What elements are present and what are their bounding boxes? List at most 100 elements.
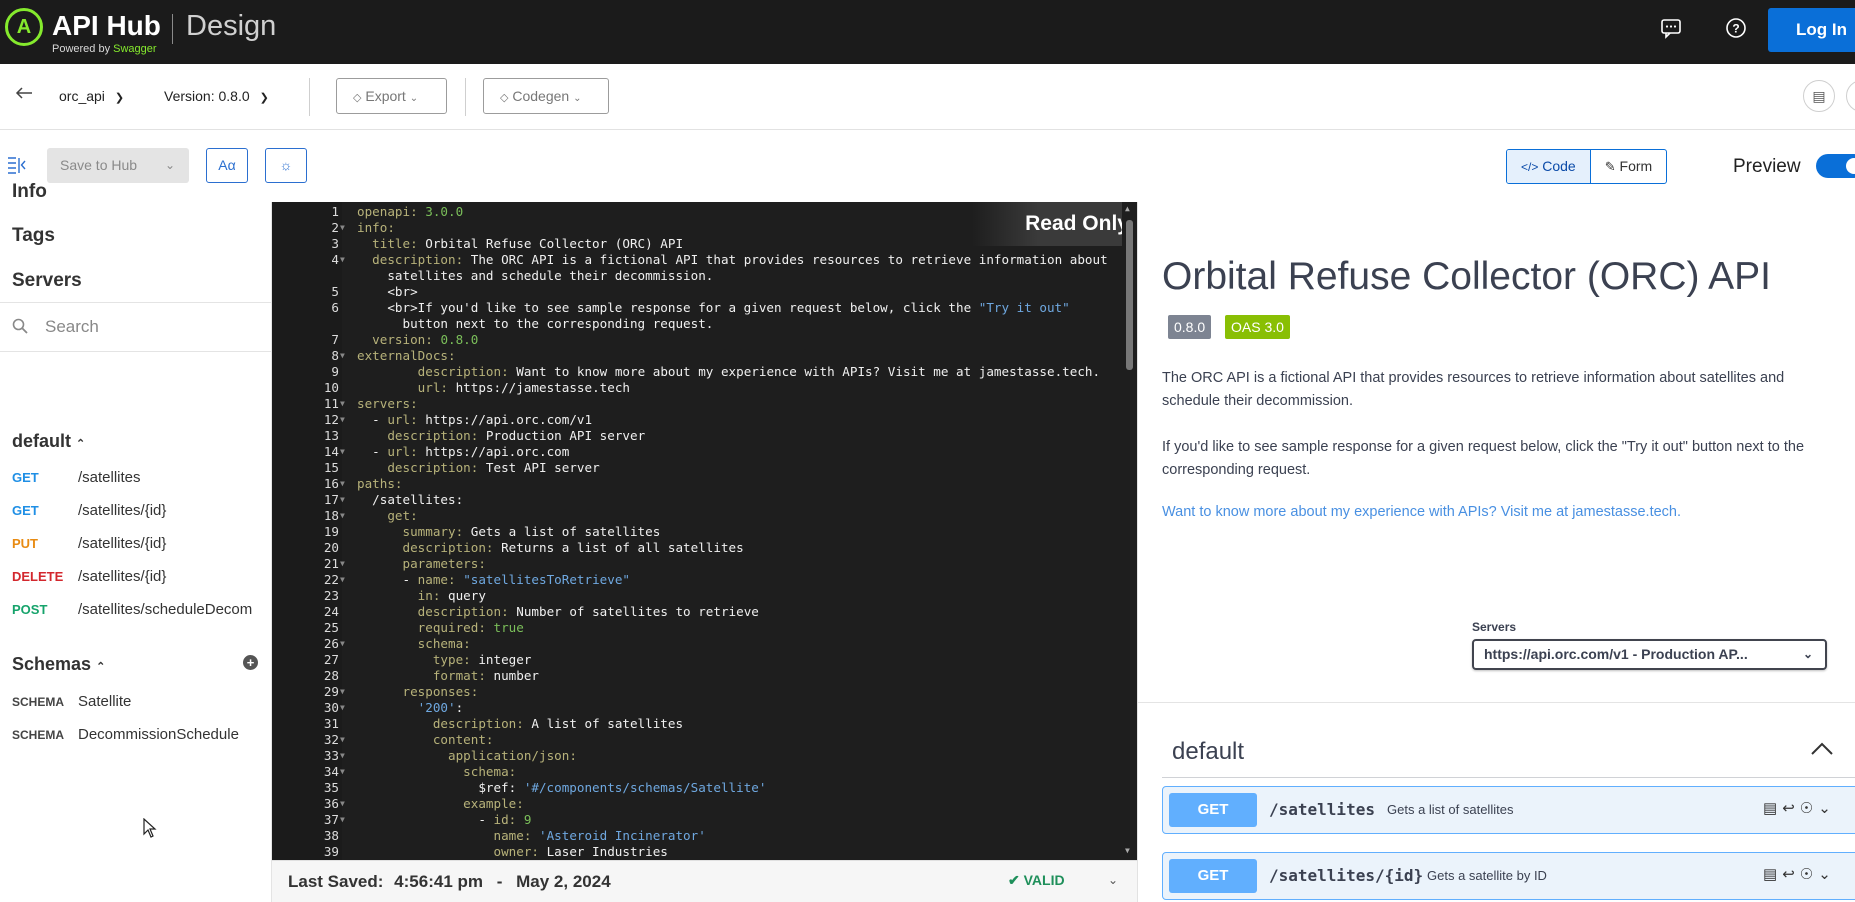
fold-arrow-icon[interactable]: ▼ <box>340 348 345 364</box>
divider <box>465 78 466 116</box>
clipboard-icon[interactable]: ▤ <box>1763 800 1782 817</box>
code-editor[interactable]: 1 openapi: 3.0.0 2 ▼ info: 3 title: Orbital R… <box>272 202 1137 860</box>
sidebar-item-servers[interactable]: Servers <box>12 270 82 292</box>
fold-arrow-icon[interactable]: ▼ <box>340 700 345 716</box>
sun-icon: ☼ <box>279 157 293 173</box>
chevron-down-icon[interactable]: ⌄ <box>1818 866 1836 883</box>
tag-group-default[interactable]: default ⌃ <box>12 431 85 452</box>
code-label: Code <box>1542 158 1576 174</box>
edit-icon: ✎ <box>1604 159 1616 174</box>
line-number: 22 <box>323 572 339 587</box>
export-button[interactable]: ◇ Export ⌄ <box>336 78 447 114</box>
tag-heading[interactable]: default <box>1172 738 1244 766</box>
fold-arrow-icon[interactable]: ▼ <box>340 636 345 652</box>
preview-toggle[interactable] <box>1816 154 1855 178</box>
fold-arrow-icon[interactable]: ▼ <box>340 556 345 572</box>
code-line: 27 type: integer <box>272 652 1137 668</box>
clipboard-icon[interactable]: ▤ <box>1763 866 1782 883</box>
sidebar-operation[interactable]: GET/satellites/{id} <box>12 502 166 519</box>
operation-method: PUT <box>12 536 38 551</box>
line-number: 20 <box>323 540 339 555</box>
line-number: 28 <box>323 668 339 683</box>
last-saved-date: May 2, 2024 <box>516 872 611 891</box>
code-view-button[interactable]: </> Code <box>1507 150 1591 183</box>
fold-arrow-icon[interactable]: ▼ <box>340 492 345 508</box>
fold-arrow-icon[interactable]: ▼ <box>340 684 345 700</box>
code-line: 30 ▼ '200': <box>272 700 1137 716</box>
code-line: 13 description: Production API server <box>272 428 1137 444</box>
fold-arrow-icon[interactable]: ▼ <box>340 732 345 748</box>
api-selector[interactable]: orc_api ❯ <box>59 88 124 104</box>
add-schema-icon[interactable]: + <box>243 655 258 670</box>
top-bar: A API Hub Powered by Swagger Design ? Lo… <box>0 0 1855 64</box>
sidebar-operation[interactable]: PUT/satellites/{id} <box>12 535 166 552</box>
line-number: 30 <box>323 700 339 715</box>
line-number: 6 <box>331 300 339 315</box>
chat-icon[interactable] <box>1658 17 1684 43</box>
login-button[interactable]: Log In <box>1768 8 1855 52</box>
scrollbar-thumb[interactable] <box>1126 220 1133 370</box>
fold-arrow-icon[interactable]: ▼ <box>340 748 345 764</box>
scroll-up-icon[interactable]: ▲ <box>1125 204 1130 213</box>
api-description-note: If you'd like to see sample response for… <box>1162 439 1805 478</box>
fold-arrow-icon[interactable]: ▼ <box>340 508 345 524</box>
powered-prefix: Powered by <box>52 43 114 55</box>
form-view-button[interactable]: ✎ Form <box>1591 150 1666 183</box>
last-saved-separator: - <box>496 872 503 891</box>
fold-arrow-icon[interactable]: ▼ <box>340 412 345 428</box>
schemas-group[interactable]: Schemas ⌃ <box>12 654 105 675</box>
code-line: button next to the corresponding request… <box>272 316 1137 332</box>
fold-arrow-icon[interactable]: ▼ <box>340 572 345 588</box>
compass-icon[interactable]: ☉ <box>1800 866 1818 883</box>
theme-toggle-button[interactable]: ☼ <box>265 148 307 183</box>
sidebar-operation[interactable]: POST/satellites/scheduleDecom <box>12 601 252 618</box>
fold-arrow-icon[interactable]: ▼ <box>340 396 345 412</box>
api-hub-logo-icon[interactable]: A <box>5 8 43 46</box>
servers-select[interactable]: https://api.orc.com/v1 - Production AP..… <box>1472 639 1827 670</box>
sidebar-schema[interactable]: SCHEMA Satellite <box>12 693 131 710</box>
fold-arrow-icon[interactable]: ▼ <box>340 796 345 812</box>
document-icon[interactable]: ▤ <box>1803 80 1835 112</box>
code-text: button next to the corresponding request… <box>357 316 714 331</box>
operation-block[interactable]: GET /satellites Gets a list of satellite… <box>1162 786 1855 834</box>
save-to-hub-button[interactable]: Save to Hub ⌄ <box>47 148 189 183</box>
more-icon[interactable] <box>1846 80 1855 112</box>
fold-arrow-icon[interactable]: ▼ <box>340 220 345 236</box>
return-icon[interactable]: ↩ <box>1782 800 1800 817</box>
operation-block[interactable]: GET /satellites/{id} Gets a satellite by… <box>1162 852 1855 900</box>
sidebar-operation[interactable]: DELETE/satellites/{id} <box>12 568 166 585</box>
help-icon[interactable]: ? <box>1723 17 1749 43</box>
fold-arrow-icon[interactable]: ▼ <box>340 444 345 460</box>
fold-arrow-icon[interactable]: ▼ <box>340 252 345 268</box>
chevron-up-icon[interactable] <box>1810 736 1834 762</box>
compass-icon[interactable]: ☉ <box>1800 800 1818 817</box>
fold-arrow-icon[interactable]: ▼ <box>340 764 345 780</box>
external-docs-link[interactable]: Want to know more about my experience wi… <box>1162 501 1842 524</box>
back-arrow-icon[interactable] <box>14 84 34 107</box>
code-line: satellites and schedule their decommissi… <box>272 268 1137 284</box>
code-line: 4 ▼ description: The ORC API is a fiction… <box>272 252 1137 268</box>
fold-arrow-icon[interactable]: ▼ <box>340 812 345 828</box>
sidebar-item-tags[interactable]: Tags <box>12 225 55 247</box>
validation-status[interactable]: ✔ VALID <box>1008 872 1065 889</box>
font-size-button[interactable]: Aα <box>206 148 248 183</box>
collapse-sidebar-icon[interactable] <box>6 156 26 179</box>
code-text: description: Production API server <box>387 428 646 443</box>
sidebar-item-info[interactable]: Info <box>12 181 47 203</box>
operation-method: GET <box>1169 793 1257 827</box>
code-line: 28 format: number <box>272 668 1137 684</box>
code-line: 6 <br>If you'd like to see sample respon… <box>272 300 1137 316</box>
chevron-down-icon[interactable]: ⌄ <box>1818 800 1836 817</box>
return-icon[interactable]: ↩ <box>1782 866 1800 883</box>
chevron-down-icon[interactable]: ⌄ <box>1108 873 1118 887</box>
sidebar-schema[interactable]: SCHEMA DecommissionSchedule <box>12 726 239 743</box>
scroll-down-icon[interactable]: ▼ <box>1125 846 1130 855</box>
schema-kind: SCHEMA <box>12 728 65 742</box>
version-selector[interactable]: Version: 0.8.0 ❯ <box>164 88 269 104</box>
sidebar-operation[interactable]: GET/satellites <box>12 469 141 486</box>
editor-scrollbar[interactable]: ▲ ▼ <box>1122 202 1137 860</box>
sidebar-search-box[interactable]: Search <box>0 302 272 352</box>
codegen-button[interactable]: ◇ Codegen ⌄ <box>483 78 609 114</box>
api-toolbar: orc_api ❯ Version: 0.8.0 ❯ ◇ Export ⌄ ◇ Co… <box>0 64 1855 130</box>
fold-arrow-icon[interactable]: ▼ <box>340 476 345 492</box>
